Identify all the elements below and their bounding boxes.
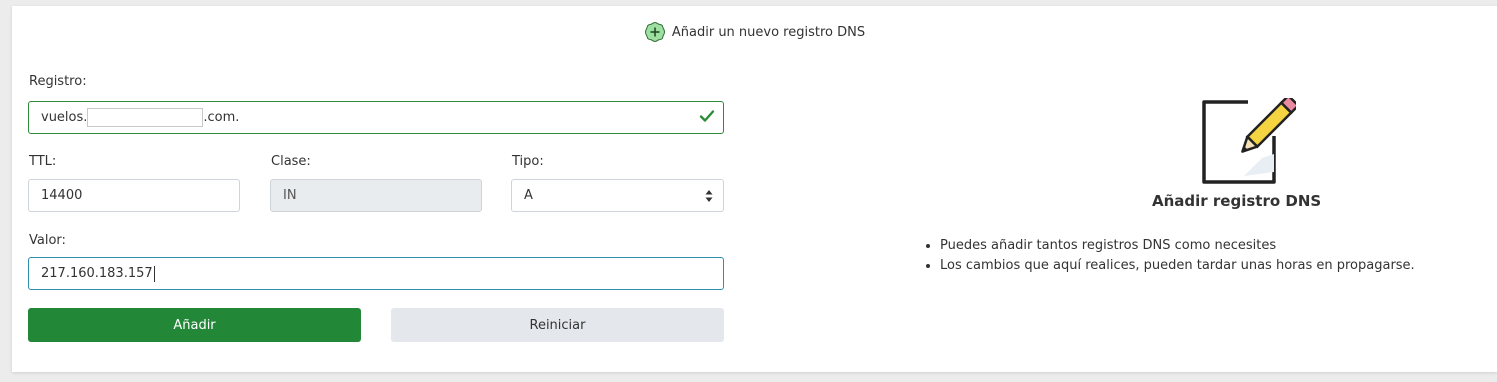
registro-suffix: .com. (203, 110, 240, 125)
registro-label: Registro: (29, 74, 87, 89)
select-arrows-icon (705, 190, 713, 202)
tipo-select[interactable]: A (511, 179, 724, 212)
ttl-label: TTL: (29, 154, 57, 169)
header-title: Añadir un nuevo registro DNS (671, 24, 866, 40)
reset-button[interactable]: Reiniciar (391, 308, 724, 342)
list-item: Puedes añadir tantos registros DNS como … (940, 236, 1415, 256)
redacted-domain (87, 108, 204, 127)
registro-prefix: vuelos. (41, 110, 88, 125)
add-button[interactable]: Añadir (28, 308, 361, 342)
text-cursor (153, 265, 155, 282)
tipo-label: Tipo: (512, 154, 544, 169)
ttl-input[interactable]: 14400 (28, 179, 240, 212)
info-title: Añadir registro DNS (1152, 192, 1322, 210)
pencil-edit-icon (1202, 98, 1296, 184)
valor-label: Valor: (29, 233, 66, 248)
dns-card: Añadir un nuevo registro DNS Registro: v… (12, 6, 1497, 372)
tipo-selected-value: A (524, 188, 533, 203)
card-header: Añadir un nuevo registro DNS (12, 20, 1497, 44)
clase-input: IN (270, 179, 482, 212)
valor-value: 217.160.183.157 (41, 266, 153, 281)
valor-input[interactable]: 217.160.183.157 (28, 257, 724, 290)
clase-label: Clase: (271, 154, 311, 169)
info-bullet-list: Puedes añadir tantos registros DNS como … (924, 236, 1415, 276)
registro-input[interactable]: vuelos. .com. (28, 101, 724, 134)
check-icon (699, 110, 715, 122)
list-item: Los cambios que aquí realices, pueden ta… (940, 256, 1415, 276)
plus-circle-icon[interactable] (644, 21, 666, 43)
